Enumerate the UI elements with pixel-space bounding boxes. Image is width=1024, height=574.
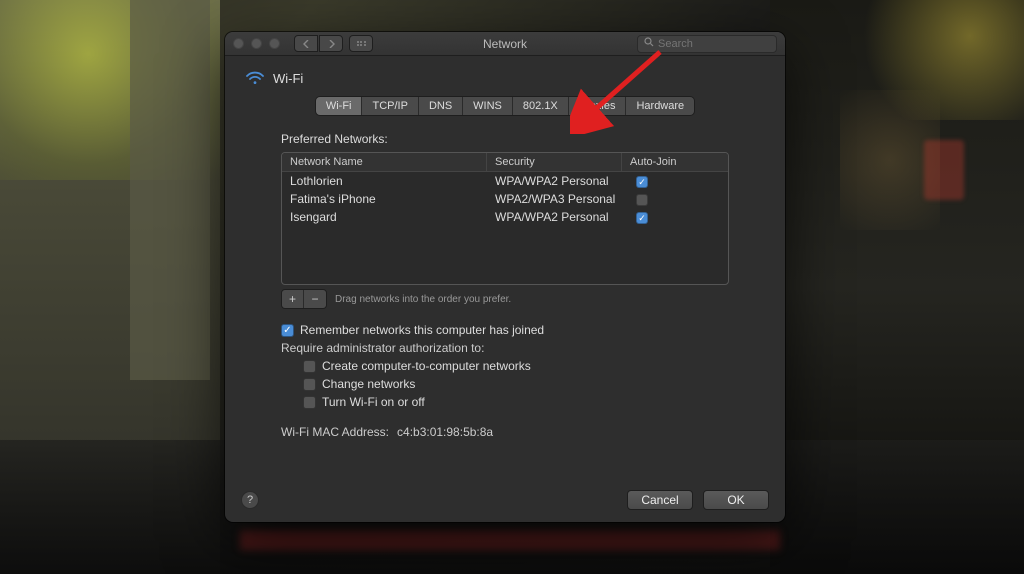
pane-header: Wi-Fi: [245, 70, 769, 86]
mac-address-value: c4:b3:01:98:5b:8a: [397, 425, 493, 439]
preferred-networks-label: Preferred Networks:: [281, 132, 769, 146]
table-row[interactable]: LothlorienWPA/WPA2 Personal ✓: [282, 172, 728, 190]
require-auth-label: Require administrator authorization to:: [281, 341, 729, 355]
footer: ? Cancel OK: [225, 480, 785, 522]
options-area: ✓ Remember networks this computer has jo…: [281, 323, 729, 413]
titlebar-search[interactable]: [637, 35, 777, 53]
chevron-right-icon: [328, 40, 335, 48]
minimize-window[interactable]: [251, 38, 262, 49]
table-header: Network Name Security Auto-Join: [282, 153, 728, 172]
checkmark-icon: ✓: [638, 177, 646, 188]
ok-button[interactable]: OK: [703, 490, 769, 510]
window-title: Network: [483, 37, 527, 51]
auth-option-label: Create computer-to-computer networks: [322, 359, 531, 373]
traffic-lights: [233, 38, 280, 49]
network-name-cell: Isengard: [282, 210, 487, 224]
network-security-cell: WPA/WPA2 Personal: [487, 210, 622, 224]
zoom-window[interactable]: [269, 38, 280, 49]
tabbar: Wi-FiTCP/IPDNSWINS802.1XProxiesHardware: [315, 96, 695, 116]
remember-networks-row[interactable]: ✓ Remember networks this computer has jo…: [281, 323, 729, 337]
tab-wins[interactable]: WINS: [463, 97, 513, 115]
col-network-name[interactable]: Network Name: [282, 153, 487, 171]
checkmark-icon: ✓: [638, 213, 646, 224]
network-security-cell: WPA/WPA2 Personal: [487, 174, 622, 188]
titlebar: Network: [225, 32, 785, 56]
close-window[interactable]: [233, 38, 244, 49]
auth-option-label: Turn Wi-Fi on or off: [322, 395, 425, 409]
network-security-cell: WPA2/WPA3 Personal: [487, 192, 622, 206]
table-body[interactable]: LothlorienWPA/WPA2 Personal✓Fatima's iPh…: [282, 172, 728, 284]
cancel-button[interactable]: Cancel: [627, 490, 693, 510]
mac-address-label: Wi-Fi MAC Address:: [281, 425, 389, 439]
tab-802-1x[interactable]: 802.1X: [513, 97, 569, 115]
preferred-networks-table: Network Name Security Auto-Join Lothlori…: [281, 152, 729, 285]
help-icon: ?: [247, 494, 253, 506]
table-footer: + − Drag networks into the order you pre…: [281, 289, 729, 309]
nav-buttons: [294, 35, 343, 52]
network-autojoin-cell: ✓: [622, 174, 728, 189]
content-area: Wi-Fi Wi-FiTCP/IPDNSWINS802.1XProxiesHar…: [225, 56, 785, 480]
tab-hardware[interactable]: Hardware: [626, 97, 694, 115]
grid-icon: [357, 41, 366, 47]
auth-option-row[interactable]: ✓ Change networks: [303, 377, 729, 391]
pane-title: Wi-Fi: [273, 71, 303, 86]
drag-hint: Drag networks into the order you prefer.: [335, 294, 511, 305]
auth-option-checkbox[interactable]: ✓: [303, 360, 316, 373]
add-network-button[interactable]: +: [282, 290, 304, 308]
show-all-button[interactable]: [349, 35, 373, 52]
search-icon: [644, 37, 654, 50]
network-name-cell: Lothlorien: [282, 174, 487, 188]
tab-wi-fi[interactable]: Wi-Fi: [316, 97, 363, 115]
add-remove-buttons: + −: [281, 289, 327, 309]
autojoin-checkbox[interactable]: ✓: [636, 194, 648, 206]
tab-dns[interactable]: DNS: [419, 97, 463, 115]
table-row[interactable]: Fatima's iPhoneWPA2/WPA3 Personal ✓: [282, 190, 728, 208]
auth-option-checkbox[interactable]: ✓: [303, 378, 316, 391]
forward-button[interactable]: [319, 35, 343, 52]
search-input[interactable]: [658, 38, 770, 50]
table-row[interactable]: IsengardWPA/WPA2 Personal ✓: [282, 208, 728, 226]
autojoin-checkbox[interactable]: ✓: [636, 212, 648, 224]
wifi-icon: [245, 70, 265, 86]
col-autojoin[interactable]: Auto-Join: [622, 153, 728, 171]
auth-option-row[interactable]: ✓ Create computer-to-computer networks: [303, 359, 729, 373]
network-name-cell: Fatima's iPhone: [282, 192, 487, 206]
remember-networks-label: Remember networks this computer has join…: [300, 323, 544, 337]
chevron-left-icon: [303, 40, 310, 48]
auth-option-label: Change networks: [322, 377, 415, 391]
auth-option-row[interactable]: ✓ Turn Wi-Fi on or off: [303, 395, 729, 409]
mac-address-row: Wi-Fi MAC Address: c4:b3:01:98:5b:8a: [281, 425, 729, 439]
remove-network-button[interactable]: −: [304, 290, 326, 308]
col-security[interactable]: Security: [487, 153, 622, 171]
network-autojoin-cell: ✓: [622, 210, 728, 225]
tab-tcp-ip[interactable]: TCP/IP: [362, 97, 418, 115]
help-button[interactable]: ?: [241, 491, 259, 509]
autojoin-checkbox[interactable]: ✓: [636, 176, 648, 188]
remember-networks-checkbox[interactable]: ✓: [281, 324, 294, 337]
preferences-window: Network Wi-Fi Wi-FiTCP/IPDNSWINS802.1XPr…: [225, 32, 785, 522]
auth-option-checkbox[interactable]: ✓: [303, 396, 316, 409]
tab-proxies[interactable]: Proxies: [569, 97, 627, 115]
back-button[interactable]: [294, 35, 318, 52]
network-autojoin-cell: ✓: [622, 192, 728, 207]
